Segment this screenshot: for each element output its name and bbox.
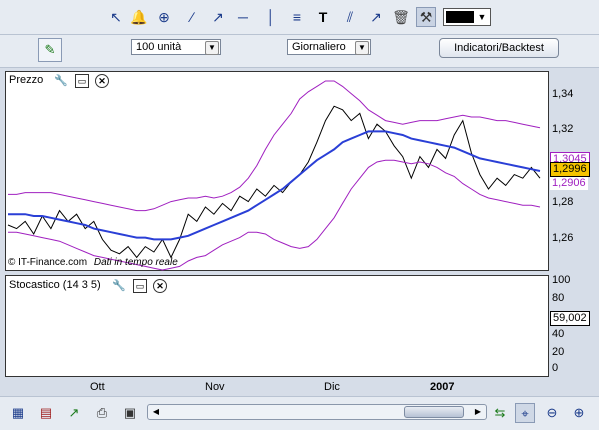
upper-band-line xyxy=(8,80,541,212)
scroll-thumb[interactable] xyxy=(404,406,464,418)
last-price-tag: 1,2996 xyxy=(550,162,590,177)
print-icon[interactable]: ⎙ xyxy=(92,403,112,423)
open-icon[interactable]: ▤ xyxy=(36,403,56,423)
close-icon[interactable]: ✕ xyxy=(95,74,109,88)
save-icon[interactable]: ▣ xyxy=(120,403,140,423)
maximize-icon[interactable]: ▭ xyxy=(133,279,147,293)
stoch-ytick: 80 xyxy=(552,292,565,304)
source-label: © IT-Finance.com Dati in tempo reale xyxy=(8,257,178,268)
lower-band-tag: 1,2906 xyxy=(550,177,588,190)
time-scrollbar[interactable]: ◀ ▶ xyxy=(147,404,487,420)
close-icon[interactable]: ✕ xyxy=(153,279,167,293)
price-ytick: 1,32 xyxy=(552,123,574,135)
x-tick: Ott xyxy=(90,381,105,393)
source-text: © IT-Finance.com xyxy=(8,257,88,268)
wrench-icon[interactable]: 🔧 xyxy=(54,74,68,88)
layout-icon[interactable]: ▦ xyxy=(8,403,28,423)
wrench-icon[interactable]: 🔧 xyxy=(112,279,126,293)
scroll-right-icon[interactable]: ▶ xyxy=(471,405,485,419)
maximize-icon[interactable]: ▭ xyxy=(75,74,89,88)
x-tick: 2007 xyxy=(430,381,455,393)
stoch-ytick: 20 xyxy=(552,346,565,358)
lower-band-line xyxy=(8,159,541,271)
price-ytick: 1,26 xyxy=(552,232,574,244)
zoom-out-icon[interactable]: ⊖ xyxy=(542,403,562,423)
compress-icon[interactable]: ⇆ xyxy=(490,403,510,423)
realtime-text: Dati in tempo reale xyxy=(93,257,178,268)
price-ytick: 1,34 xyxy=(552,88,574,100)
price-ytick: 1,28 xyxy=(552,196,574,208)
stoch-ytick: 100 xyxy=(552,274,571,286)
bottom-toolbar: ▦ ▤ ↗ ⎙ ▣ ◀ ▶ ⇆ ⌖ ⊖ ⊕ xyxy=(0,396,599,430)
stoch-last-tag: 59,002 xyxy=(550,311,590,326)
stoch-ytick: 0 xyxy=(552,362,559,374)
x-tick: Dic xyxy=(324,381,340,393)
price-panel-title: Prezzo xyxy=(9,74,44,86)
stoch-ytick: 40 xyxy=(552,328,565,340)
scroll-left-icon[interactable]: ◀ xyxy=(149,405,163,419)
zoom-fit-icon[interactable]: ⌖ xyxy=(515,403,535,423)
export-icon[interactable]: ↗ xyxy=(64,403,84,423)
stochastic-panel-title: Stocastico (14 3 5) xyxy=(9,279,101,291)
zoom-in-icon[interactable]: ⊕ xyxy=(569,403,589,423)
x-tick: Nov xyxy=(205,381,225,393)
